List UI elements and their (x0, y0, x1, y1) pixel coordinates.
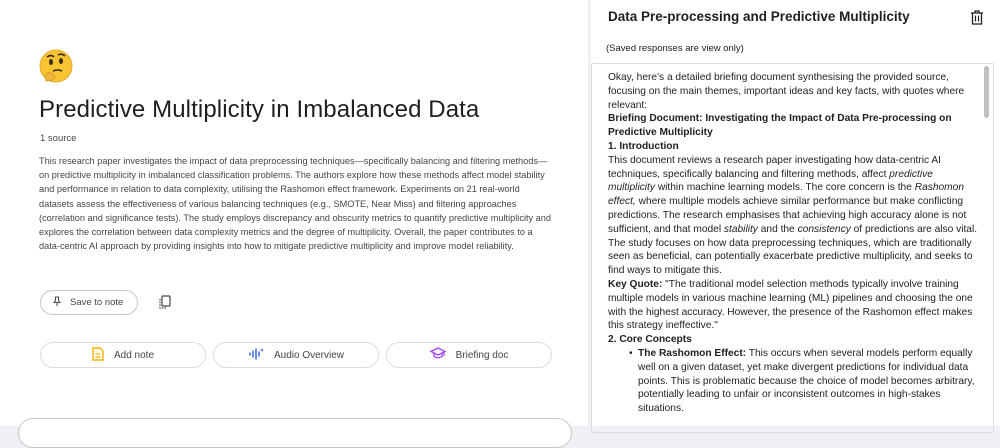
notebook-panel: Predictive Multiplicity in Imbalanced Da… (0, 0, 588, 448)
source-count: 1 source (40, 133, 77, 144)
saved-response-title: Data Pre-processing and Predictive Multi… (608, 9, 910, 24)
audio-waveform-icon (248, 347, 264, 364)
list-item: • The Rashomon Effect: This occurs when s… (629, 347, 975, 415)
introduction-paragraph: This document reviews a research paper i… (608, 154, 978, 277)
document-heading: Briefing Document: Investigating the Imp… (608, 113, 952, 139)
graduation-cap-icon (429, 347, 447, 363)
section-heading-core-concepts: 2. Core Concepts (608, 334, 692, 346)
add-note-label: Add note (113, 349, 155, 361)
copy-icon[interactable] (156, 293, 174, 311)
trash-icon[interactable] (970, 10, 984, 25)
save-to-note-label: Save to note (70, 297, 124, 308)
briefing-doc-label: Briefing doc (455, 349, 509, 361)
add-note-button[interactable]: Add note (40, 342, 206, 368)
view-only-notice: (Saved responses are view only) (606, 43, 744, 54)
audio-overview-button[interactable]: Audio Overview (213, 342, 379, 368)
notebook-summary: This research paper investigates the imp… (39, 156, 552, 252)
notebook-title: Predictive Multiplicity in Imbalanced Da… (39, 96, 480, 123)
note-body: Okay, here's a detailed briefing documen… (608, 71, 978, 416)
thinking-face-emoji (38, 48, 74, 84)
scrollbar-thumb[interactable] (984, 66, 989, 118)
note-icon (92, 346, 104, 364)
briefing-doc-button[interactable]: Briefing doc (386, 342, 552, 368)
chat-input-bar[interactable] (18, 418, 572, 448)
section-heading-introduction: 1. Introduction (608, 140, 679, 152)
saved-response-panel: Data Pre-processing and Predictive Multi… (591, 0, 1000, 433)
save-to-note-button[interactable]: Save to note (40, 290, 138, 315)
intro-paragraph: Okay, here's a detailed briefing documen… (608, 72, 965, 111)
pin-icon (52, 296, 62, 310)
audio-overview-label: Audio Overview (273, 349, 345, 361)
key-quote: Key Quote: "The traditional model select… (608, 278, 973, 332)
